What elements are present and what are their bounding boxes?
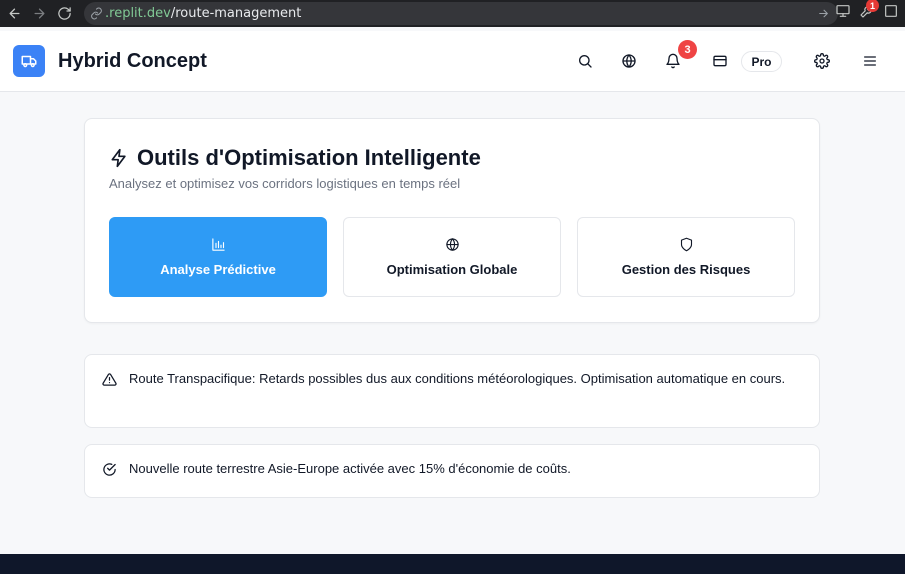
lightning-icon	[111, 148, 126, 168]
tool-predictive-analysis-button[interactable]: Analyse Prédictive	[109, 217, 327, 297]
billing-button[interactable]	[710, 51, 730, 71]
notification-badge: 3	[678, 40, 697, 59]
browser-toolbar: .replit.dev/route-management 1	[0, 0, 905, 27]
settings-button[interactable]	[812, 51, 832, 71]
arrow-left-icon	[9, 8, 19, 19]
hamburger-menu-icon	[864, 56, 876, 66]
tool-risk-management-button[interactable]: Gestion des Risques	[577, 217, 795, 297]
app-header: Hybrid Concept 3 Pro	[0, 31, 905, 92]
logo[interactable]	[13, 45, 45, 77]
globe-icon	[445, 238, 459, 251]
bell-icon	[666, 53, 680, 69]
bar-chart-icon	[211, 238, 225, 251]
tool-label: Optimisation Globale	[386, 262, 518, 277]
window-icon[interactable]	[883, 3, 899, 19]
url-path: /route-management	[170, 6, 302, 21]
credit-card-icon	[713, 55, 727, 67]
alert-text: Route Transpacifique: Retards possibles …	[129, 371, 786, 386]
globe-icon	[622, 54, 636, 68]
back-button[interactable]	[3, 3, 25, 25]
tool-label: Analyse Prédictive	[160, 262, 276, 277]
search-icon	[579, 55, 592, 68]
language-button[interactable]	[619, 51, 639, 71]
card-title: Outils d'Optimisation Intelligente	[137, 145, 481, 170]
alert-success: Nouvelle route terrestre Asie-Europe act…	[84, 444, 820, 498]
address-bar[interactable]: .replit.dev/route-management	[84, 2, 838, 25]
brand-name: Hybrid Concept	[58, 50, 207, 72]
gear-icon	[814, 53, 830, 69]
alert-warning: Route Transpacifique: Retards possibles …	[84, 354, 820, 428]
tool-label: Gestion des Risques	[621, 262, 751, 277]
shield-icon	[680, 237, 692, 252]
tool-global-optimization-button[interactable]: Optimisation Globale	[343, 217, 561, 297]
card-subtitle: Analysez et optimisez vos corridors logi…	[109, 176, 461, 191]
page-footer	[0, 554, 905, 574]
optimization-tools-card: Outils d'Optimisation Intelligente Analy…	[84, 118, 820, 323]
arrow-right-icon	[34, 8, 44, 19]
monitor-icon[interactable]	[835, 3, 851, 19]
warning-triangle-icon	[102, 373, 117, 386]
truck-icon	[21, 55, 37, 68]
check-circle-icon	[103, 463, 116, 476]
plan-badge[interactable]: Pro	[741, 51, 782, 72]
url-domain: .replit.dev	[105, 6, 171, 21]
extension-badge: 1	[866, 0, 879, 12]
forward-button[interactable]	[28, 3, 50, 25]
extension-button[interactable]: 1	[859, 0, 879, 19]
link-icon	[90, 7, 105, 20]
alert-text: Nouvelle route terrestre Asie-Europe act…	[129, 461, 571, 476]
search-button[interactable]	[575, 51, 595, 71]
arrow-right-icon[interactable]	[817, 7, 830, 20]
reload-icon	[57, 7, 71, 20]
reload-button[interactable]	[53, 3, 75, 25]
menu-button[interactable]	[860, 51, 880, 71]
